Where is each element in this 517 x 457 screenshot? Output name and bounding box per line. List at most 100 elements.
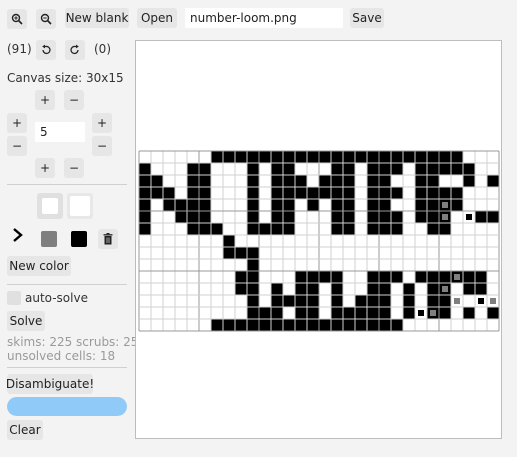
grid-cell-filled[interactable] <box>343 151 355 163</box>
grid-cell-filled[interactable] <box>247 199 259 211</box>
grid-cell-filled[interactable] <box>367 283 379 295</box>
grid-cell-filled[interactable] <box>463 271 475 283</box>
grid-cell-partial[interactable] <box>478 298 484 304</box>
color-swatch-3[interactable] <box>38 228 60 250</box>
grid-cell-filled[interactable] <box>391 271 403 283</box>
grid-cell-filled[interactable] <box>343 307 355 319</box>
grid-cell-filled[interactable] <box>463 163 475 175</box>
grid-cell-filled[interactable] <box>475 211 487 223</box>
grid-cell-filled[interactable] <box>187 175 199 187</box>
color-swatch-2[interactable] <box>67 193 93 219</box>
grid-cell-filled[interactable] <box>307 307 319 319</box>
grid-cell-filled[interactable] <box>379 271 391 283</box>
grid-cell-filled[interactable] <box>199 223 211 235</box>
remove-row-top-button[interactable]: − <box>64 90 84 110</box>
grid-cell-filled[interactable] <box>331 187 343 199</box>
grid-cell-filled[interactable] <box>355 319 367 331</box>
grid-cell-filled[interactable] <box>343 223 355 235</box>
grid-cell-filled[interactable] <box>295 151 307 163</box>
add-row-bottom-button[interactable]: + <box>35 158 55 178</box>
grid-cell-filled[interactable] <box>199 163 211 175</box>
grid-cell-filled[interactable] <box>175 199 187 211</box>
grid-cell-filled[interactable] <box>415 151 427 163</box>
grid-cell-filled[interactable] <box>163 187 175 199</box>
grid-cell-filled[interactable] <box>379 223 391 235</box>
grid-cell-filled[interactable] <box>247 223 259 235</box>
grid-cell-unsolved[interactable] <box>490 298 496 304</box>
grid-cell-filled[interactable] <box>427 271 439 283</box>
remove-column-left-button[interactable]: − <box>7 136 27 156</box>
grid-cell-filled[interactable] <box>223 151 235 163</box>
grid-cell-filled[interactable] <box>283 319 295 331</box>
grid-cell-filled[interactable] <box>307 295 319 307</box>
new-blank-button[interactable]: New blank <box>65 8 129 28</box>
grid-cell-filled[interactable] <box>187 211 199 223</box>
grid-cell-filled[interactable] <box>271 295 283 307</box>
grid-cell-filled[interactable] <box>259 151 271 163</box>
grid-cell-filled[interactable] <box>271 199 283 211</box>
grid-cell-filled[interactable] <box>379 211 391 223</box>
grid-cell-filled[interactable] <box>367 187 379 199</box>
grid-cell-filled[interactable] <box>271 187 283 199</box>
grid-cell-filled[interactable] <box>247 307 259 319</box>
grid-cell-partial[interactable] <box>418 310 424 316</box>
grid-cell-filled[interactable] <box>151 175 163 187</box>
auto-solve-checkbox[interactable] <box>7 291 21 305</box>
grid-cell-filled[interactable] <box>355 151 367 163</box>
grid-cell-filled[interactable] <box>391 211 403 223</box>
grid-cell-unsolved[interactable] <box>430 310 436 316</box>
grid-cell-filled[interactable] <box>427 283 439 295</box>
grid-cell-filled[interactable] <box>427 187 439 199</box>
grid-cell-filled[interactable] <box>331 223 343 235</box>
grid-cell-filled[interactable] <box>331 175 343 187</box>
grid-cell-filled[interactable] <box>451 199 463 211</box>
grid-cell-filled[interactable] <box>379 163 391 175</box>
grid-cell-filled[interactable] <box>343 211 355 223</box>
grid-cell-filled[interactable] <box>223 235 235 247</box>
grid-cell-partial[interactable] <box>430 226 436 232</box>
grid-cell-filled[interactable] <box>319 319 331 331</box>
grid-cell-filled[interactable] <box>331 295 343 307</box>
grid-cell-filled[interactable] <box>283 223 295 235</box>
grid-cell-filled[interactable] <box>235 319 247 331</box>
grid-cell-filled[interactable] <box>439 163 451 175</box>
grid-cell-filled[interactable] <box>175 211 187 223</box>
grid-cell-filled[interactable] <box>463 175 475 187</box>
grid-cell-filled[interactable] <box>439 223 451 235</box>
grid-cell-filled[interactable] <box>235 247 247 259</box>
grid-cell-filled[interactable] <box>379 175 391 187</box>
grid-cell-filled[interactable] <box>247 211 259 223</box>
grid-cell-filled[interactable] <box>487 175 499 187</box>
grid-cell-filled[interactable] <box>139 223 151 235</box>
grid-cell-filled[interactable] <box>475 283 487 295</box>
grid-cell-partial[interactable] <box>466 214 472 220</box>
grid-cell-filled[interactable] <box>271 175 283 187</box>
grid-cell-partial[interactable] <box>490 214 496 220</box>
grid-cell-filled[interactable] <box>247 259 259 271</box>
grid-cell-partial[interactable] <box>430 202 436 208</box>
open-button[interactable]: Open <box>137 8 177 28</box>
color-swatch-1[interactable] <box>37 193 63 219</box>
grid-cell-filled[interactable] <box>463 307 475 319</box>
grid-cell-filled[interactable] <box>439 271 451 283</box>
grid-cell-filled[interactable] <box>295 175 307 187</box>
grid-cell-filled[interactable] <box>163 199 175 211</box>
grid-cell-filled[interactable] <box>187 199 199 211</box>
grid-cell-filled[interactable] <box>247 151 259 163</box>
grid-cell-filled[interactable] <box>307 199 319 211</box>
grid-cell-partial[interactable] <box>490 310 496 316</box>
grid-cell-filled[interactable] <box>415 211 427 223</box>
grid-cell-filled[interactable] <box>331 283 343 295</box>
grid-cell-filled[interactable] <box>283 295 295 307</box>
pixel-grid[interactable] <box>136 41 503 440</box>
clear-button[interactable]: Clear <box>7 420 43 440</box>
undo-button[interactable] <box>36 40 56 60</box>
new-color-button[interactable]: New color <box>7 256 71 276</box>
grid-cell-filled[interactable] <box>271 223 283 235</box>
grid-cell-filled[interactable] <box>367 175 379 187</box>
grid-cell-filled[interactable] <box>271 319 283 331</box>
grid-cell-filled[interactable] <box>343 187 355 199</box>
grid-cell-filled[interactable] <box>463 283 475 295</box>
grid-cell-filled[interactable] <box>187 163 199 175</box>
grid-cell-filled[interactable] <box>295 307 307 319</box>
